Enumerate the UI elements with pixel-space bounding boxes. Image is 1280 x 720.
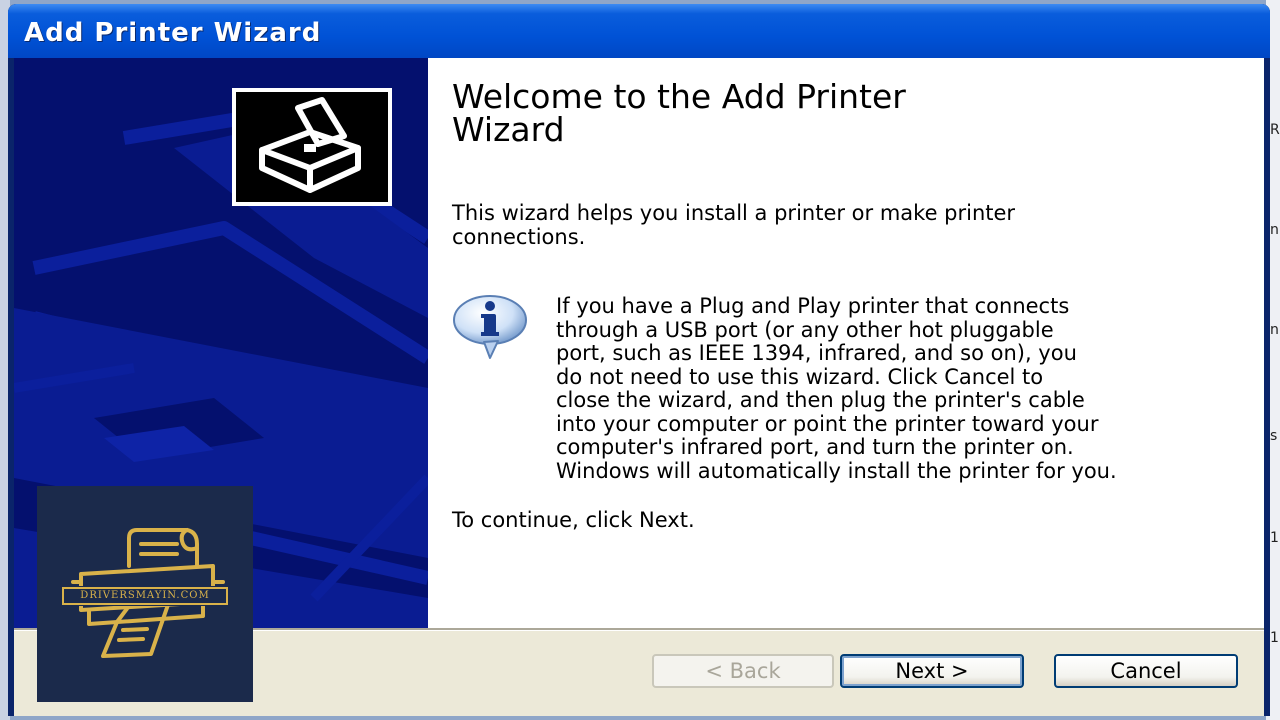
cancel-button[interactable]: Cancel — [1054, 654, 1238, 688]
wizard-graphic — [232, 88, 392, 206]
back-button[interactable]: < Back — [652, 654, 834, 688]
wizard-content: Welcome to the Add Printer Wizard This w… — [428, 58, 1264, 628]
title-bar[interactable]: Add Printer Wizard — [8, 4, 1270, 58]
printer-icon — [259, 97, 361, 193]
window-title: Add Printer Wizard — [24, 18, 322, 48]
page-title: Welcome to the Add Printer Wizard — [452, 77, 906, 149]
info-icon — [450, 294, 532, 360]
continue-instruction: To continue, click Next. — [452, 508, 695, 532]
next-button[interactable]: Next > — [840, 654, 1024, 688]
intro-text: This wizard helps you install a printer … — [452, 201, 1016, 249]
logo-text: DRIVERSMAYIN.COM — [80, 590, 210, 601]
watermark-logo: DRIVERSMAYIN.COM — [37, 486, 253, 702]
info-message: If you have a Plug and Play printer that… — [556, 294, 1117, 483]
